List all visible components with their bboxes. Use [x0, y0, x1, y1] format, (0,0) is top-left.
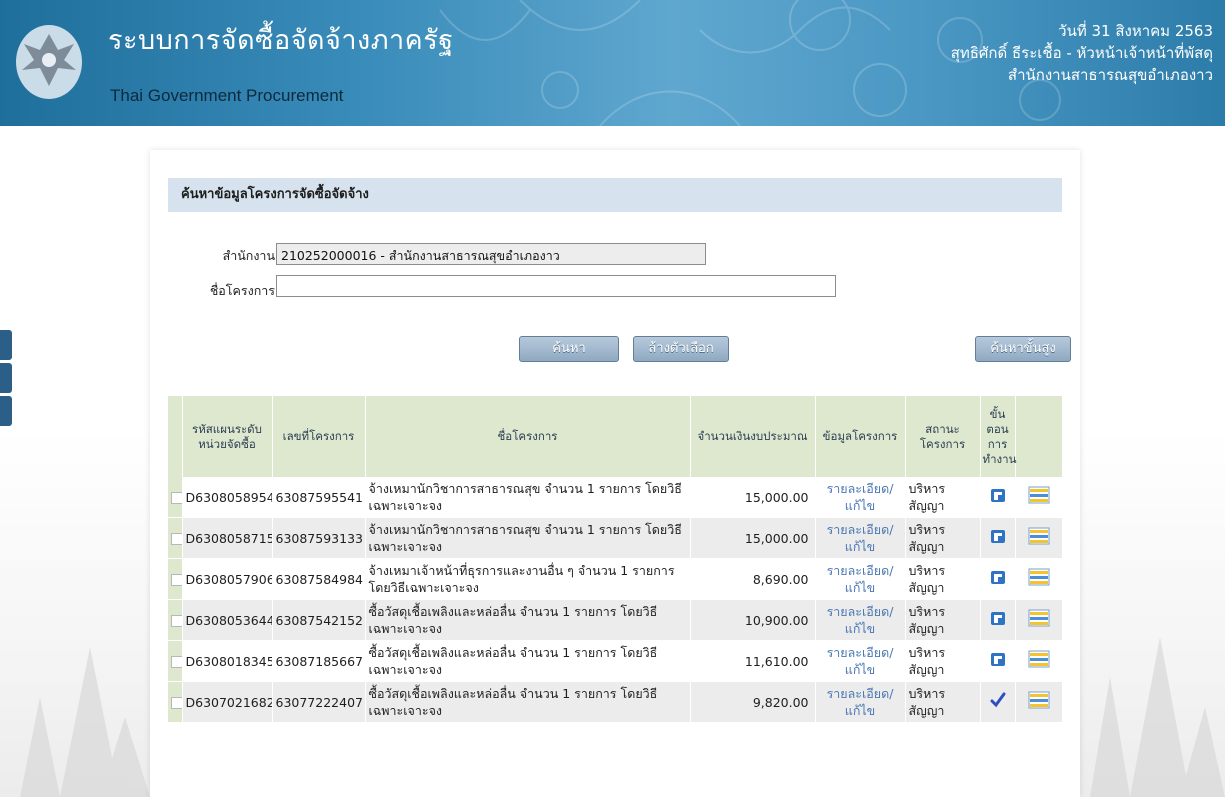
row-checkbox[interactable]	[171, 533, 181, 545]
side-tab[interactable]	[0, 363, 12, 393]
table-row: D6307021682063077222407ซื้อวัสดุเชื้อเพล…	[168, 681, 1063, 723]
row-select-cell	[168, 558, 183, 600]
side-tab[interactable]	[0, 330, 12, 360]
document-list-icon[interactable]	[1015, 640, 1063, 682]
contract-management-icon[interactable]	[980, 477, 1016, 518]
header-step: ขั้นตอนการทำงาน	[980, 396, 1016, 477]
project-name-cell: ซื้อวัสดุเชื้อเพลิงและหล่อลื่น จำนวน 1 ร…	[365, 599, 691, 641]
status-cell: บริหารสัญญา	[905, 558, 981, 600]
project-name-cell: ซื้อวัสดุเชื้อเพลิงและหล่อลื่น จำนวน 1 ร…	[365, 640, 691, 682]
plan-code-cell: D63080536448	[182, 599, 273, 641]
project-name-cell: จ้างเหมานักวิชาการสาธารณสุข จำนวน 1 รายก…	[365, 517, 691, 559]
agency-label: สำนักงาน	[222, 248, 275, 263]
row-checkbox[interactable]	[171, 574, 181, 586]
garuda-seal-icon	[16, 25, 82, 99]
table-row: D6308057906363087584984จ้างเหมาเจ้าหน้าท…	[168, 558, 1063, 600]
row-select-cell	[168, 640, 183, 682]
agency-field: 210252000016 - สำนักงานสาธารณสุขอำเภองาว	[276, 243, 706, 265]
document-list-icon[interactable]	[1015, 477, 1063, 518]
contract-management-icon[interactable]	[980, 640, 1016, 682]
project-name-input[interactable]	[276, 275, 836, 297]
agency-name: สำนักงานสาธารณสุขอำเภองาว	[1007, 66, 1213, 84]
header-budget: จำนวนเงินงบประมาณ	[690, 396, 816, 477]
project-no-cell: 63087595541	[272, 477, 366, 518]
table-body: D6308058954263087595541จ้างเหมานักวิชากา…	[168, 477, 1063, 723]
row-select-cell	[168, 599, 183, 641]
budget-cell: 10,900.00	[690, 599, 816, 641]
header-status: สถานะโครงการ	[905, 396, 981, 477]
status-cell: บริหารสัญญา	[905, 640, 981, 682]
status-cell: บริหารสัญญา	[905, 517, 981, 559]
section-title: ค้นหาข้อมูลโครงการจัดซื้อจัดจ้าง	[168, 178, 1062, 212]
detail-edit-link[interactable]: รายละเอียด/แก้ไข	[815, 640, 906, 682]
project-table: รหัสแผนระดับหน่วยจัดซื้อ เลขที่โครงการ ช…	[168, 396, 1063, 723]
document-list-icon[interactable]	[1015, 599, 1063, 641]
contract-management-icon[interactable]	[980, 517, 1016, 559]
user-info: วันที่ 31 สิงหาคม 2563 สุทธิศักดิ์ ธีระเ…	[951, 20, 1213, 86]
project-no-cell: 63087185667	[272, 640, 366, 682]
header-project-info: ข้อมูลโครงการ	[815, 396, 906, 477]
search-panel: ค้นหาข้อมูลโครงการจัดซื้อจัดจ้าง สำนักงา…	[150, 150, 1080, 797]
document-list-icon[interactable]	[1015, 681, 1063, 723]
table-header-row: รหัสแผนระดับหน่วยจัดซื้อ เลขที่โครงการ ช…	[168, 396, 1063, 477]
table-row: D6308058954263087595541จ้างเหมานักวิชากา…	[168, 477, 1063, 518]
budget-cell: 15,000.00	[690, 477, 816, 518]
status-cell: บริหารสัญญา	[905, 599, 981, 641]
project-no-cell: 63087584984	[272, 558, 366, 600]
detail-edit-link[interactable]: รายละเอียด/แก้ไข	[815, 477, 906, 518]
table-row: D6308018345663087185667ซื้อวัสดุเชื้อเพล…	[168, 640, 1063, 682]
app-subtitle: Thai Government Procurement	[110, 86, 344, 105]
row-select-cell	[168, 517, 183, 559]
project-name-cell: ซื้อวัสดุเชื้อเพลิงและหล่อลื่น จำนวน 1 ร…	[365, 681, 691, 723]
status-cell: บริหารสัญญา	[905, 681, 981, 723]
detail-edit-link[interactable]: รายละเอียด/แก้ไข	[815, 558, 906, 600]
budget-cell: 11,610.00	[690, 640, 816, 682]
detail-edit-link[interactable]: รายละเอียด/แก้ไข	[815, 599, 906, 641]
project-name-label: ชื่อโครงการ	[209, 283, 275, 298]
project-no-cell: 63087593133	[272, 517, 366, 559]
contract-management-icon[interactable]	[980, 599, 1016, 641]
detail-edit-link[interactable]: รายละเอียด/แก้ไข	[815, 517, 906, 559]
row-select-cell	[168, 477, 183, 518]
document-list-icon[interactable]	[1015, 517, 1063, 559]
plan-code-cell: D63080183456	[182, 640, 273, 682]
current-date: วันที่ 31 สิงหาคม 2563	[1058, 22, 1213, 40]
budget-cell: 9,820.00	[690, 681, 816, 723]
side-tabs	[0, 330, 12, 429]
detail-edit-link[interactable]: รายละเอียด/แก้ไข	[815, 681, 906, 723]
app-title: ระบบการจัดซื้อจัดจ้างภาครัฐ	[108, 25, 454, 56]
plan-code-cell: D63080579063	[182, 558, 273, 600]
header-project-name: ชื่อโครงการ	[365, 396, 691, 477]
row-checkbox[interactable]	[171, 492, 181, 504]
header-plan-code: รหัสแผนระดับหน่วยจัดซื้อ	[182, 396, 273, 477]
header-select	[168, 396, 183, 477]
budget-cell: 15,000.00	[690, 517, 816, 559]
table-row: D6308058715163087593133จ้างเหมานักวิชากา…	[168, 517, 1063, 559]
row-checkbox[interactable]	[171, 656, 181, 668]
document-list-icon[interactable]	[1015, 558, 1063, 600]
plan-code-cell: D63080589542	[182, 477, 273, 518]
checkmark-icon[interactable]	[980, 681, 1016, 723]
plan-code-cell: D63080587151	[182, 517, 273, 559]
search-button[interactable]: ค้นหา	[519, 336, 619, 362]
budget-cell: 8,690.00	[690, 558, 816, 600]
project-no-cell: 63077222407	[272, 681, 366, 723]
plan-code-cell: D63070216820	[182, 681, 273, 723]
status-cell: บริหารสัญญา	[905, 477, 981, 518]
row-checkbox[interactable]	[171, 697, 181, 709]
header-project-no: เลขที่โครงการ	[272, 396, 366, 477]
header-doc	[1015, 396, 1063, 477]
clear-options-button[interactable]: ล้างตัวเลือก	[633, 336, 729, 362]
user-name: สุทธิศักดิ์ ธีระเชื้อ - หัวหน้าเจ้าหน้าท…	[950, 44, 1213, 62]
side-tab[interactable]	[0, 396, 12, 426]
contract-management-icon[interactable]	[980, 558, 1016, 600]
advanced-search-button[interactable]: ค้นหาขั้นสูง	[975, 336, 1071, 362]
project-name-cell: จ้างเหมาเจ้าหน้าที่ธุรการและงานอื่น ๆ จำ…	[365, 558, 691, 600]
table-row: D6308053644863087542152ซื้อวัสดุเชื้อเพล…	[168, 599, 1063, 641]
row-checkbox[interactable]	[171, 615, 181, 627]
row-select-cell	[168, 681, 183, 723]
project-no-cell: 63087542152	[272, 599, 366, 641]
app-header: ระบบการจัดซื้อจัดจ้างภาครัฐ Thai Governm…	[0, 0, 1225, 126]
project-name-cell: จ้างเหมานักวิชาการสาธารณสุข จำนวน 1 รายก…	[365, 477, 691, 518]
